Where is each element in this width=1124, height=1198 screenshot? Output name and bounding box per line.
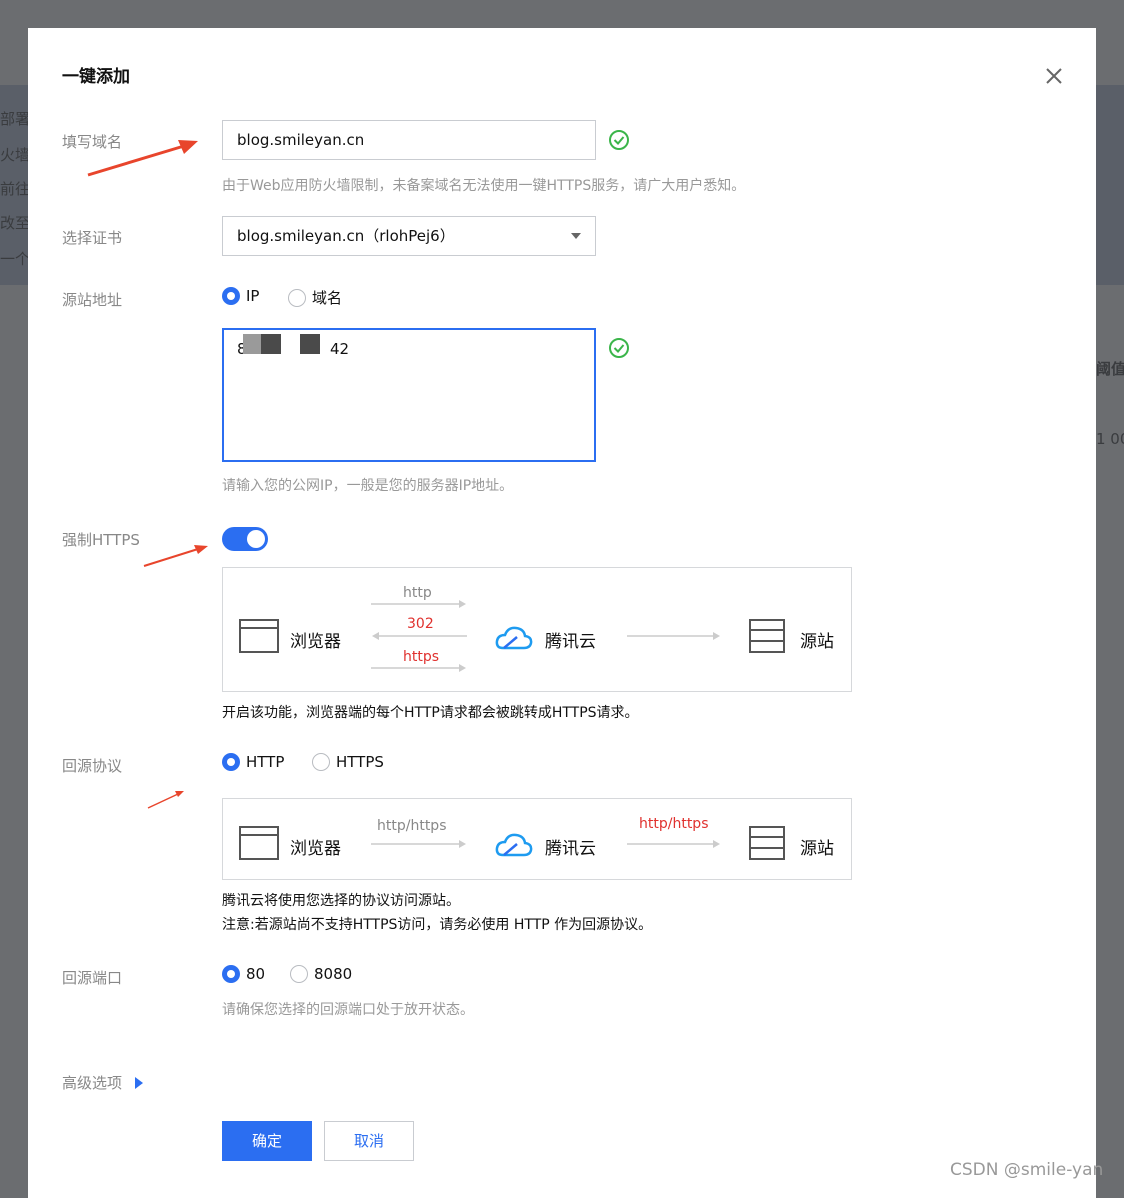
advanced-options-toggle[interactable]: 高级选项 — [62, 1072, 144, 1093]
add-domain-dialog: 一键添加 填写域名 blog.smileyan.cn 由于Web应用防火墙限制，… — [28, 28, 1096, 1198]
origin-hint: 请输入您的公网IP，一般是您的服务器IP地址。 — [222, 478, 514, 494]
port-hint: 请确保您选择的回源端口处于放开状态。 — [222, 1002, 474, 1018]
radio-label: IP — [246, 287, 260, 305]
domain-valid-icon — [608, 129, 630, 151]
radio-unchecked-icon — [312, 753, 330, 771]
radio-label: 8080 — [314, 965, 353, 983]
diagram-302-label: 302 — [407, 616, 434, 632]
caret-right-icon — [135, 1076, 144, 1089]
domain-hint: 由于Web应用防火墙限制，未备案域名无法使用一键HTTPS服务，请广大用户悉知。 — [222, 178, 746, 194]
protocol-note: 腾讯云将使用您选择的协议访问源站。 — [222, 893, 460, 909]
protocol-radio-http[interactable]: HTTP — [222, 753, 284, 771]
radio-checked-icon — [222, 753, 240, 771]
server-icon — [749, 619, 785, 653]
origin-ip-textarea[interactable]: 8 42 — [222, 328, 596, 462]
background-text: 1 00 — [1096, 430, 1124, 448]
arrow-right-icon — [627, 632, 720, 640]
redaction-block — [243, 334, 263, 354]
annotation-arrow — [143, 545, 208, 567]
force-https-toggle[interactable] — [222, 527, 268, 551]
domain-input[interactable]: blog.smileyan.cn — [222, 120, 596, 160]
redaction-block — [261, 334, 281, 354]
origin-radio-ip[interactable]: IP — [222, 287, 259, 305]
radio-label: HTTP — [246, 753, 285, 771]
origin-label: 源站地址 — [62, 291, 123, 309]
radio-label: 域名 — [312, 289, 343, 307]
port-label: 回源端口 — [62, 969, 123, 987]
protocol-radio-https[interactable]: HTTPS — [312, 753, 384, 771]
force-https-note: 开启该功能，浏览器端的每个HTTP请求都会被跳转成HTTPS请求。 — [222, 705, 639, 721]
background-text: 一个 — [0, 250, 28, 268]
background-text: 改至 — [0, 214, 28, 232]
annotation-arrow — [87, 140, 198, 177]
tencent-cloud-icon — [495, 833, 533, 857]
port-radio-80[interactable]: 80 — [222, 965, 265, 983]
arrow-right-icon — [371, 840, 466, 848]
background-text: 阈值 — [1096, 360, 1124, 378]
origin-valid-icon — [608, 337, 630, 359]
force-https-diagram: 浏览器 http 302 https 腾讯云 源站 — [222, 567, 852, 692]
diagram-browser-label: 浏览器 — [290, 839, 341, 859]
annotation-arrow — [147, 791, 184, 809]
diagram-origin-label: 源站 — [800, 632, 834, 652]
background-text: 火墙 — [0, 146, 28, 164]
diagram-left-protocol-label: http/https — [377, 818, 447, 834]
protocol-label: 回源协议 — [62, 757, 123, 775]
protocol-warning: 注意:若源站尚不支持HTTPS访问，请务必使用 HTTP 作为回源协议。 — [222, 917, 653, 933]
background-panel-right — [1096, 85, 1124, 285]
diagram-cloud-label: 腾讯云 — [545, 632, 596, 652]
diagram-cloud-label: 腾讯云 — [545, 839, 596, 859]
diagram-right-protocol-label: http/https — [639, 816, 709, 832]
dialog-title: 一键添加 — [62, 67, 130, 87]
advanced-options-label: 高级选项 — [62, 1074, 123, 1092]
server-icon — [749, 826, 785, 860]
close-icon[interactable] — [1042, 64, 1066, 88]
arrow-right-icon — [627, 840, 720, 848]
background-text: 前往 — [0, 180, 28, 198]
certificate-select[interactable]: blog.smileyan.cn（rlohPej6） — [222, 216, 596, 256]
background-text: 部署 — [0, 110, 28, 128]
protocol-diagram: 浏览器 http/https 腾讯云 http/https 源站 — [222, 798, 852, 880]
watermark: CSDN @smile-yan — [950, 1160, 1104, 1180]
redaction-block — [300, 334, 320, 354]
radio-label: HTTPS — [336, 753, 384, 771]
radio-unchecked-icon — [288, 288, 306, 307]
certificate-selected-value: blog.smileyan.cn（rlohPej6） — [237, 227, 455, 245]
browser-icon — [239, 826, 279, 860]
radio-unchecked-icon — [290, 965, 308, 983]
port-radio-8080[interactable]: 8080 — [290, 965, 352, 983]
diagram-browser-label: 浏览器 — [290, 632, 341, 652]
toggle-knob — [247, 530, 265, 548]
radio-checked-icon — [222, 287, 240, 305]
arrow-right-icon — [371, 664, 466, 672]
origin-radio-domain[interactable]: 域名 — [288, 287, 342, 308]
tencent-cloud-icon — [495, 626, 533, 650]
force-https-label: 强制HTTPS — [62, 531, 140, 549]
radio-checked-icon — [222, 965, 240, 983]
cancel-button[interactable]: 取消 — [324, 1121, 414, 1161]
certificate-label: 选择证书 — [62, 229, 123, 247]
diagram-origin-label: 源站 — [800, 839, 834, 859]
confirm-button[interactable]: 确定 — [222, 1121, 312, 1161]
origin-ip-suffix: 42 — [330, 340, 350, 358]
chevron-down-icon — [571, 233, 581, 239]
arrow-left-icon — [372, 632, 467, 640]
radio-label: 80 — [246, 965, 266, 983]
arrow-right-icon — [371, 600, 466, 608]
browser-icon — [239, 619, 279, 653]
